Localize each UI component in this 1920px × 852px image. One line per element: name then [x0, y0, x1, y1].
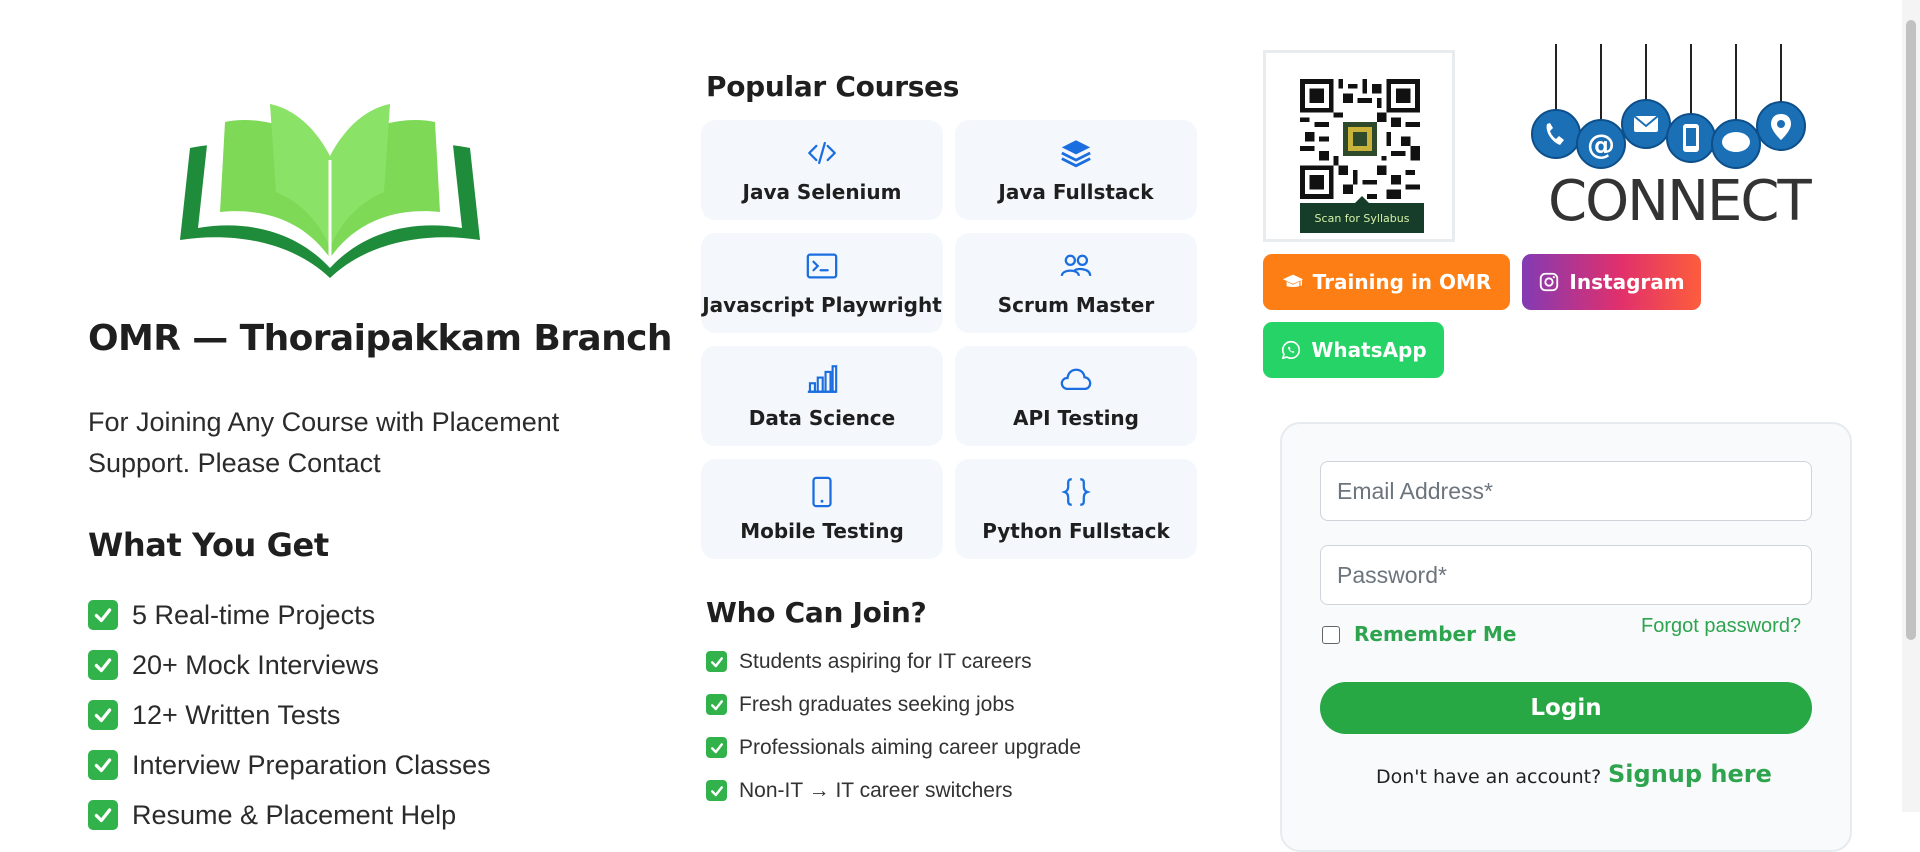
- phone-icon: [805, 475, 839, 509]
- list-item: Fresh graduates seeking jobs: [706, 683, 1081, 726]
- bar-chart-icon: [805, 362, 839, 396]
- course-label: Mobile Testing: [740, 519, 904, 543]
- page-scrollbar[interactable]: [1902, 0, 1920, 812]
- check-icon: [88, 750, 118, 780]
- audience-label: Students aspiring for IT careers: [739, 649, 1032, 673]
- layers-icon: [1059, 136, 1093, 170]
- no-account-text: Don't have an account?: [1376, 766, 1602, 788]
- benefits-list: 5 Real-time Projects 20+ Mock Interviews…: [88, 590, 491, 840]
- course-java-fullstack[interactable]: Java Fullstack: [955, 120, 1197, 220]
- contact-text: For Joining Any Course with Placement Su…: [88, 407, 560, 478]
- qr-caption: Scan for Syllabus: [1300, 196, 1424, 233]
- course-label: Scrum Master: [997, 293, 1155, 317]
- list-item: Interview Preparation Classes: [88, 740, 491, 790]
- remember-me-checkbox[interactable]: [1322, 626, 1340, 644]
- check-icon: [706, 737, 727, 758]
- course-label: Java Fullstack: [998, 180, 1154, 204]
- contact-icons-cluster: @: [1531, 44, 1806, 169]
- audience-label: Professionals aiming career upgrade: [739, 735, 1082, 759]
- benefit-label: 12+ Written Tests: [132, 699, 341, 730]
- list-item: Resume & Placement Help: [88, 790, 491, 840]
- course-label: API Testing: [1013, 406, 1139, 430]
- check-icon: [88, 650, 118, 680]
- check-icon: [88, 700, 118, 730]
- training-label: Training in OMR: [1312, 270, 1492, 294]
- graduation-cap-icon: [1282, 274, 1303, 288]
- remember-me-label[interactable]: Remember Me: [1354, 622, 1516, 646]
- cloud-icon: [1059, 362, 1093, 396]
- check-icon: [706, 651, 727, 672]
- benefit-label: Interview Preparation Classes: [132, 749, 491, 780]
- benefit-label: 20+ Mock Interviews: [132, 649, 379, 680]
- list-item: 5 Real-time Projects: [88, 590, 491, 640]
- course-python-fullstack[interactable]: Python Fullstack: [955, 459, 1197, 559]
- scrollbar-thumb[interactable]: [1906, 20, 1916, 640]
- password-field[interactable]: [1320, 545, 1812, 605]
- whatsapp-button[interactable]: WhatsApp: [1263, 322, 1444, 378]
- connect-word: CONNECT: [1548, 169, 1812, 234]
- training-in-omr-button[interactable]: Training in OMR: [1263, 254, 1510, 310]
- email-field[interactable]: [1320, 461, 1812, 521]
- what-you-get-heading: What You Get: [88, 526, 329, 564]
- list-item: Students aspiring for IT careers: [706, 640, 1081, 683]
- course-data-science[interactable]: Data Science: [701, 346, 943, 446]
- who-can-join-list: Students aspiring for IT careers Fresh g…: [706, 640, 1081, 812]
- login-button[interactable]: Login: [1320, 682, 1812, 734]
- popular-courses-heading: Popular Courses: [706, 70, 960, 103]
- list-item: 12+ Written Tests: [88, 690, 491, 740]
- code-icon: [805, 136, 839, 170]
- course-label: Data Science: [748, 406, 896, 430]
- branch-title: OMR — Thoraipakkam Branch: [88, 318, 672, 359]
- audience-label: Non-IT → IT career switchers: [739, 778, 1013, 802]
- braces-icon: [1059, 475, 1093, 509]
- course-label: Python Fullstack: [982, 519, 1170, 543]
- benefit-label: Resume & Placement Help: [132, 799, 457, 830]
- course-grid: Java Selenium Java Fullstack Javascript …: [701, 120, 1197, 559]
- people-icon: [1059, 249, 1093, 283]
- course-label: Java Selenium: [742, 180, 902, 204]
- instagram-icon: [1540, 272, 1559, 292]
- terminal-icon: [805, 249, 839, 283]
- check-icon: [706, 694, 727, 715]
- course-api-testing[interactable]: API Testing: [955, 346, 1197, 446]
- instagram-button[interactable]: Instagram: [1522, 254, 1701, 310]
- connect-graphic: @ CONNECT: [1526, 44, 1812, 234]
- check-icon: [88, 600, 118, 630]
- instagram-label: Instagram: [1569, 270, 1685, 294]
- benefit-label: 5 Real-time Projects: [132, 599, 376, 630]
- list-item: 20+ Mock Interviews: [88, 640, 491, 690]
- who-can-join-heading: Who Can Join?: [706, 596, 927, 629]
- svg-text:@: @: [1587, 128, 1615, 161]
- list-item: Professionals aiming career upgrade: [706, 726, 1081, 769]
- course-label: Javascript Playwright: [702, 293, 942, 317]
- audience-label: Fresh graduates seeking jobs: [739, 692, 1015, 716]
- course-mobile-testing[interactable]: Mobile Testing: [701, 459, 943, 559]
- signup-link[interactable]: Signup here: [1608, 760, 1772, 788]
- course-scrum-master[interactable]: Scrum Master: [955, 233, 1197, 333]
- check-icon: [88, 800, 118, 830]
- list-item: Non-IT → IT career switchers: [706, 769, 1081, 812]
- forgot-password-link[interactable]: Forgot password?: [1641, 615, 1801, 638]
- whatsapp-icon: [1282, 340, 1301, 360]
- check-icon: [706, 780, 727, 801]
- qr-card: Scan for Syllabus: [1263, 50, 1455, 242]
- course-javascript-playwright[interactable]: Javascript Playwright: [701, 233, 943, 333]
- course-java-selenium[interactable]: Java Selenium: [701, 120, 943, 220]
- book-logo: [180, 104, 480, 278]
- qr-code-icon: [1300, 79, 1420, 199]
- whatsapp-label: WhatsApp: [1311, 338, 1427, 362]
